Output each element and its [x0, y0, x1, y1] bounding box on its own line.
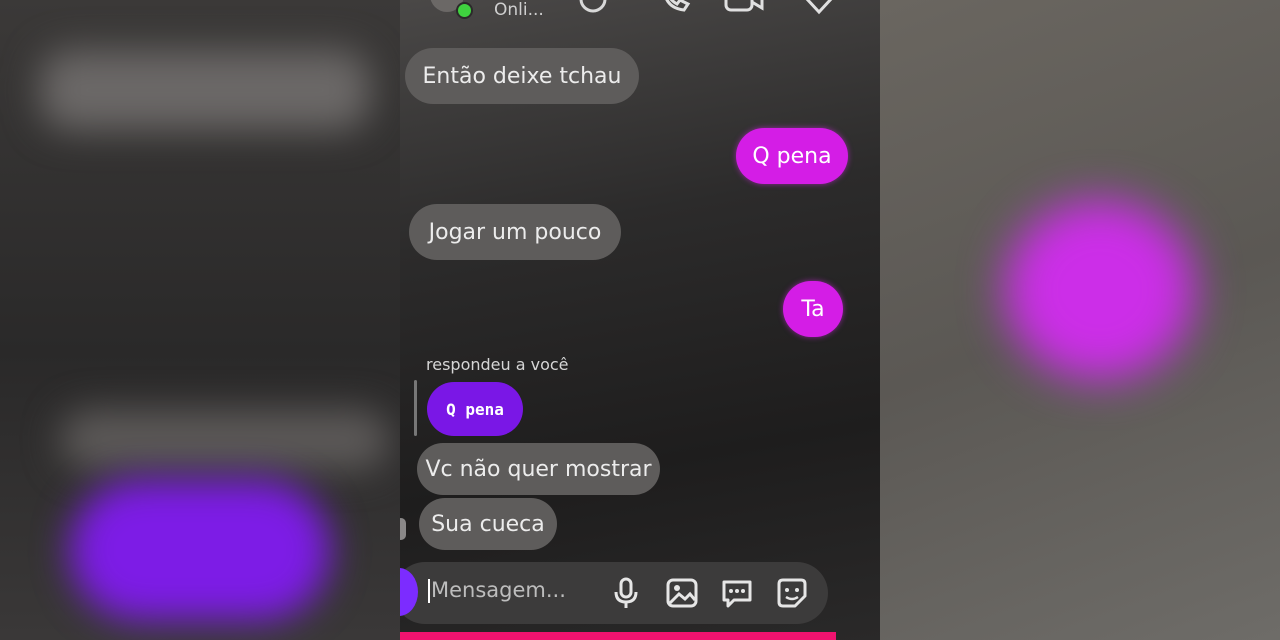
chat-screen: Onli... Então deixe tchau Q pena Jogar u… [400, 0, 880, 640]
blurred-bubble-shape [60, 410, 390, 470]
reply-quote-line [414, 380, 417, 436]
blurred-bubble-shape [40, 50, 370, 130]
online-indicator [456, 2, 473, 19]
quoted-message[interactable]: Q pena [427, 382, 523, 436]
message-input-placeholder: Mensagem... [431, 578, 566, 602]
message-input[interactable]: Mensagem... [428, 578, 566, 603]
blurred-left-background [0, 0, 400, 640]
mic-icon[interactable] [609, 576, 643, 610]
phone-icon[interactable] [576, 0, 610, 16]
reaction-edge [400, 518, 406, 540]
bottom-accent-bar [400, 632, 836, 640]
image-icon[interactable] [665, 576, 699, 610]
online-status: Onli... [494, 0, 544, 20]
heart-icon[interactable] [802, 0, 836, 16]
message-received[interactable]: Então deixe tchau [405, 48, 639, 104]
chat-icon[interactable] [720, 576, 754, 610]
chat-header: Onli... [400, 0, 880, 20]
message-sent[interactable]: Ta [783, 281, 843, 337]
message-received[interactable]: Sua cueca [419, 498, 557, 550]
message-sent[interactable]: Q pena [736, 128, 848, 184]
blurred-bubble-shape [70, 480, 330, 620]
message-received[interactable]: Jogar um pouco [409, 204, 621, 260]
video-icon[interactable] [724, 0, 764, 16]
phone-icon[interactable] [658, 0, 692, 16]
reply-label: respondeu a você [426, 355, 569, 374]
blurred-bubble-shape [1005, 200, 1195, 380]
blurred-right-background [880, 0, 1280, 640]
message-received[interactable]: Vc não quer mostrar [417, 443, 660, 495]
sticker-icon[interactable] [775, 576, 809, 610]
